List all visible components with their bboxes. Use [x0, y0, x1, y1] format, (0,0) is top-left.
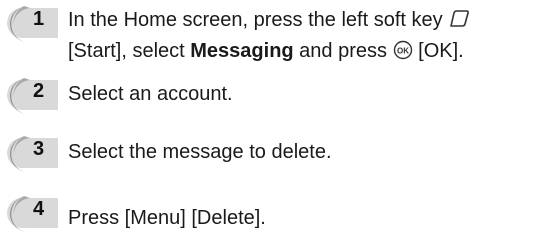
ok-key-icon: OK	[393, 40, 413, 68]
soft-key-icon	[448, 9, 470, 37]
step-2-text: Select an account.	[68, 83, 233, 105]
instruction-steps: 1 In the Home screen, press the left sof…	[0, 0, 555, 248]
svg-text:OK: OK	[397, 47, 409, 56]
step-1-line-1-text: In the Home screen, press the left soft …	[68, 9, 443, 31]
step-1-badge: 1	[0, 6, 60, 46]
step-1-number: 1	[33, 8, 45, 30]
step-4-badge: 4	[0, 196, 60, 236]
step-1-line-1: In the Home screen, press the left soft …	[68, 6, 548, 37]
step-1-line-2-mid: and press	[293, 40, 393, 62]
step-1-line-2-pre: [Start], select	[68, 40, 191, 62]
step-2-badge: 2	[0, 78, 60, 118]
step-3-badge: 3	[0, 136, 60, 176]
step-badge-shape	[7, 78, 58, 114]
step-1-line-2-post: [OK].	[412, 40, 464, 62]
step-1-menu-name: Messaging	[190, 40, 294, 62]
step-badge-shape	[7, 196, 58, 232]
step-4-text: Press [Menu] [Delete].	[68, 207, 266, 229]
step-1-text: In the Home screen, press the left soft …	[68, 6, 548, 68]
step-3-text: Select the message to delete.	[68, 141, 332, 163]
step-4-number: 4	[33, 198, 45, 220]
step-badge-shape	[7, 6, 58, 42]
step-2-number: 2	[33, 80, 45, 102]
step-3-number: 3	[33, 138, 45, 160]
step-1-line-2: [Start], select Messaging and press OK […	[68, 37, 548, 68]
step-badge-shape	[7, 136, 58, 172]
